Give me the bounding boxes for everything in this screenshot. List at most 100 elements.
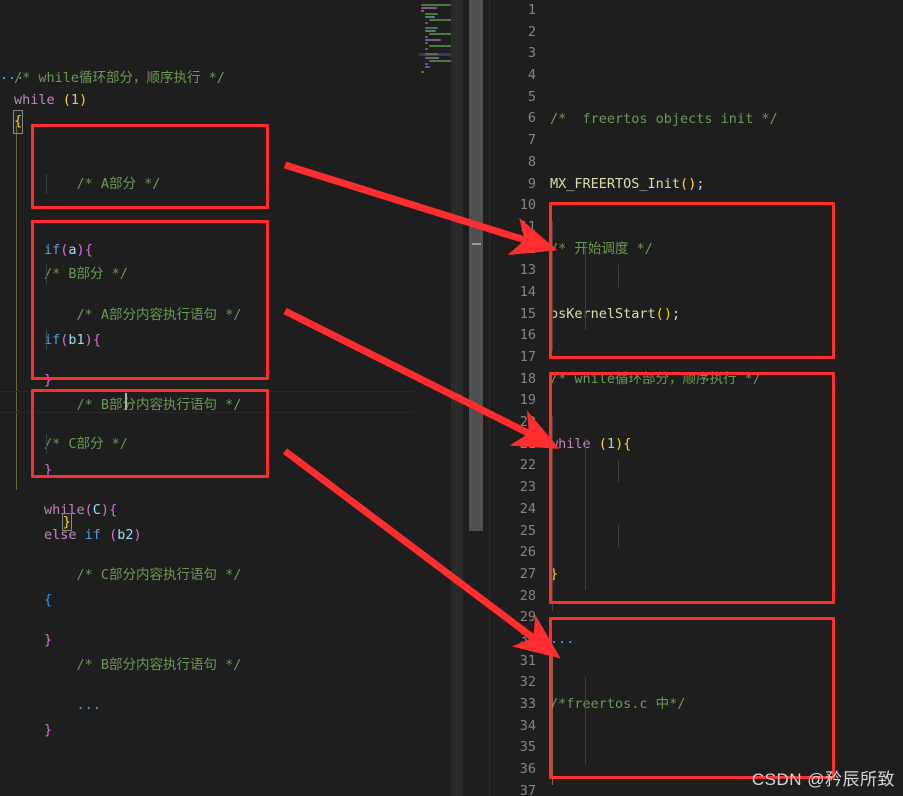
line-number: 22 (519, 457, 536, 474)
minimap-line (425, 30, 436, 32)
line-number: 20 (519, 414, 536, 431)
comment-freertos-c: /*freertos.c 中*/ (550, 696, 686, 713)
line-number: 17 (519, 349, 536, 365)
right-code-area[interactable]: /* freertos objects init */ MX_FREERTOS_… (550, 0, 903, 796)
comment-while-loop: /* while循环部分，顺序执行 */ (14, 70, 225, 86)
line-number: 9 (527, 175, 536, 192)
ellipsis-right: ... (550, 631, 575, 648)
line-number: 34 (519, 717, 536, 734)
line-number: 15 (519, 305, 536, 322)
line-number-gutter: 1 2 3 4 5 6 7 8 9 10 11 12 13 14 15 16 17 18 19 20 21 22 23 24 2… (490, 0, 536, 796)
call-mx-freertos-init: MX_FREERTOS_Init(); (550, 175, 705, 192)
minimap-line (421, 71, 424, 73)
indent-guide-b2 (46, 330, 47, 350)
comment-while-loop-right: /* while循环部分，顺序执行 */ (550, 370, 761, 387)
minimap-line (425, 48, 428, 50)
indent-guide-b1 (46, 264, 47, 284)
line-number: 25 (519, 522, 536, 539)
while-statement: while (1) (14, 92, 88, 108)
line-number: 35 (519, 739, 536, 756)
indent-guide-task-b-3 (618, 460, 619, 482)
line-number: 6 (527, 110, 536, 127)
line-number: 21 (519, 435, 536, 452)
comment-part-c: /* C部分 */ (44, 436, 128, 453)
comment-freertos-init: /* freertos objects init */ (550, 110, 778, 127)
line-number: 18 (519, 370, 536, 387)
scrollbar-column[interactable] (463, 0, 490, 796)
while-1-statement-right: while (1){ (550, 435, 632, 452)
minimap-line (425, 36, 428, 38)
minimap-line (425, 63, 428, 65)
line-number: 3 (527, 45, 536, 62)
minimap-line (425, 39, 441, 41)
line-number: 36 (519, 761, 536, 778)
scrollbar-cursor-mark (472, 243, 481, 245)
minimap-line (425, 22, 428, 24)
indent-guide-task-b-1 (552, 416, 553, 611)
minimap-line (425, 16, 435, 18)
line-number: 7 (527, 132, 536, 149)
line-number: 27 (519, 565, 536, 582)
minimap-line (425, 53, 438, 55)
line-number: 5 (527, 88, 536, 105)
line-number: 32 (519, 674, 536, 691)
line-number: 24 (519, 500, 536, 517)
line-number: 11 (519, 218, 536, 235)
line-number: 13 (519, 262, 536, 279)
line-number: 33 (519, 696, 536, 712)
line-number: 23 (519, 479, 536, 496)
right-editor-pane[interactable]: 1 2 3 4 5 6 7 8 9 10 11 12 13 14 15 16 17 18 19 20 21 22 23 24 2… (490, 0, 903, 796)
close-brace-while-c: } (44, 631, 53, 648)
indent-guide-task-a-1 (552, 221, 553, 351)
minimap-line (425, 57, 439, 59)
minimap-line (429, 45, 453, 47)
minimap-line (425, 27, 438, 29)
minimap-line (429, 60, 453, 62)
if-b1-statement: if(b1){ (44, 331, 101, 348)
left-editor-pane[interactable]: ... /* while循环部分，顺序执行 */ while (1) { /* … (0, 0, 415, 796)
line-number: 26 (519, 544, 536, 561)
minimap-slider[interactable] (451, 0, 463, 796)
line-number: 31 (519, 652, 536, 669)
scrollbar-thumb[interactable] (469, 0, 483, 531)
line-number: 1 (527, 2, 536, 18)
indent-guide-task-a-3 (618, 265, 619, 287)
line-number: 16 (519, 327, 536, 344)
left-code-area[interactable]: ... /* while循环部分，顺序执行 */ while (1) { /* … (0, 0, 415, 760)
indent-guide-task-c-2 (585, 677, 586, 764)
line-number: 30 (519, 630, 536, 647)
minimap-line (429, 19, 453, 21)
indent-guide-task-c-1 (552, 655, 553, 785)
indent-guide-main (16, 126, 17, 490)
line-number: 10 (519, 197, 536, 214)
minimap-column[interactable] (415, 0, 463, 796)
line-number: 29 (519, 609, 536, 626)
line-number: 4 (527, 67, 536, 84)
comment-part-b: /* B部分 */ (44, 266, 128, 283)
line-number: 19 (519, 392, 536, 409)
call-oskernelstart: osKernelStart(); (550, 305, 681, 322)
minimap-line (425, 13, 438, 15)
line-number: 37 (519, 782, 536, 796)
ellipsis-inner: ... (44, 696, 101, 713)
minimap-line (421, 4, 451, 6)
minimap-line (425, 42, 428, 44)
line-number: 8 (527, 153, 536, 170)
line-number: 28 (519, 587, 536, 604)
text-cursor (125, 393, 127, 410)
watermark: CSDN @矜辰所致 (751, 770, 895, 789)
comment-start-scheduler: /* 开始调度 */ (550, 240, 653, 257)
minimap-line (421, 10, 424, 12)
close-brace-main: } (61, 512, 72, 531)
line-number: 12 (519, 240, 536, 257)
indent-guide-task-a-2 (585, 243, 586, 330)
indent-guide-a (46, 174, 47, 194)
line-number: 2 (527, 23, 536, 40)
indent-guide-task-b-4 (618, 525, 619, 547)
indent-guide-task-b-2 (585, 438, 586, 590)
minimap-line (421, 7, 437, 9)
indent-guide-c (46, 434, 47, 454)
minimap-line (425, 66, 430, 68)
line-number: 14 (519, 283, 536, 300)
comment-part-c-body: /* C部分内容执行语句 */ (44, 566, 242, 583)
